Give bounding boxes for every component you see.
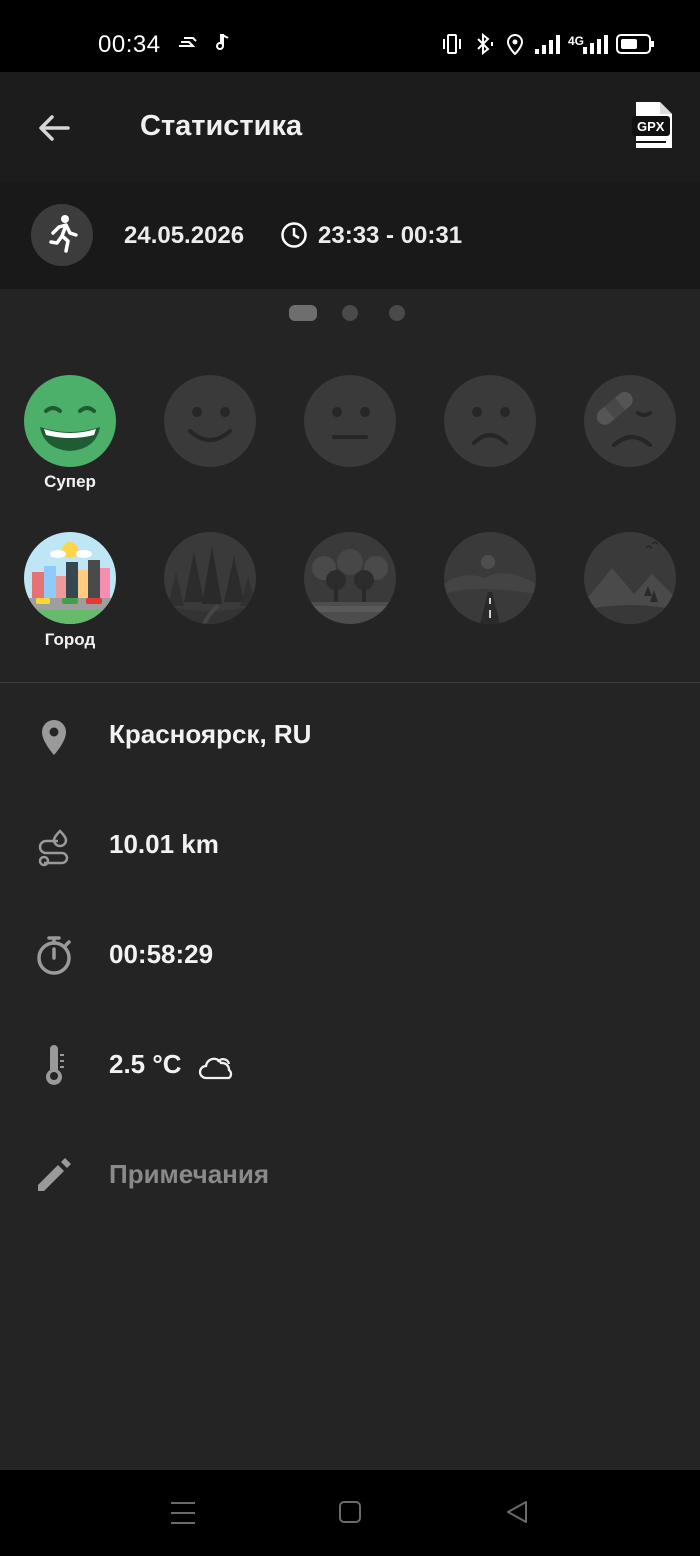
run-time-range: 23:33 - 00:31 — [318, 222, 463, 249]
terrain-forest-icon[interactable] — [164, 532, 256, 624]
clock-icon — [280, 221, 308, 249]
signal-icon — [534, 33, 560, 60]
system-navigation-bar — [0, 1470, 700, 1556]
music-note-icon — [214, 34, 230, 57]
mood-super-happy-icon[interactable] — [24, 375, 116, 467]
location-value: Красноярск, RU — [109, 719, 312, 749]
back-arrow-icon[interactable] — [34, 108, 74, 148]
mood-injured-icon[interactable] — [584, 375, 676, 467]
gpx-export-button[interactable]: GPX — [630, 100, 676, 152]
status-bar: 00:34 4G — [0, 0, 700, 72]
notes-field[interactable]: Примечания — [109, 1159, 269, 1190]
menu-icon[interactable] — [170, 1500, 196, 1531]
back-triangle-icon[interactable] — [504, 1499, 530, 1530]
home-icon[interactable] — [338, 1500, 362, 1529]
duration-value: 00:58:29 — [109, 939, 214, 969]
page-indicator — [0, 302, 700, 322]
signal-2-icon — [582, 33, 608, 60]
page-dot-2[interactable] — [342, 305, 358, 321]
status-time: 00:34 — [98, 31, 161, 58]
mood-smile-icon[interactable] — [164, 375, 256, 467]
gpx-label: GPX — [637, 119, 665, 134]
run-summary: 24.05.2026 23:33 - 00:31 — [0, 182, 700, 289]
edit-pencil-icon — [32, 1153, 76, 1197]
terrain-road-icon[interactable] — [444, 532, 536, 624]
distance-value: 10.01 km — [109, 829, 219, 859]
page-title: Статистика — [140, 110, 303, 142]
running-activity-icon[interactable] — [31, 204, 93, 266]
battery-icon — [616, 33, 656, 60]
terrain-selected-label: Город — [44, 630, 96, 649]
page-dot-1[interactable] — [289, 305, 317, 321]
temperature-value: 2.5 °C — [109, 1049, 182, 1079]
terrain-park-icon[interactable] — [304, 532, 396, 624]
vibrate-icon — [442, 33, 462, 60]
mood-neutral-icon[interactable] — [304, 375, 396, 467]
section-divider — [0, 682, 700, 683]
terrain-mountains-icon[interactable] — [584, 532, 676, 624]
running-notification-icon — [178, 34, 200, 55]
page-dot-3[interactable] — [389, 305, 405, 321]
app-bar: Статистика GPX — [0, 72, 700, 182]
terrain-city-icon[interactable] — [24, 532, 116, 624]
route-icon — [32, 823, 76, 867]
bluetooth-icon — [474, 32, 496, 60]
mood-sad-icon[interactable] — [444, 375, 536, 467]
run-date: 24.05.2026 — [124, 222, 245, 249]
mood-selected-label: Супер — [44, 472, 96, 491]
thermometer-icon — [32, 1043, 76, 1087]
stopwatch-icon — [32, 933, 76, 977]
location-icon — [506, 33, 524, 60]
location-pin-icon — [32, 713, 76, 757]
cloud-icon — [198, 1052, 236, 1087]
